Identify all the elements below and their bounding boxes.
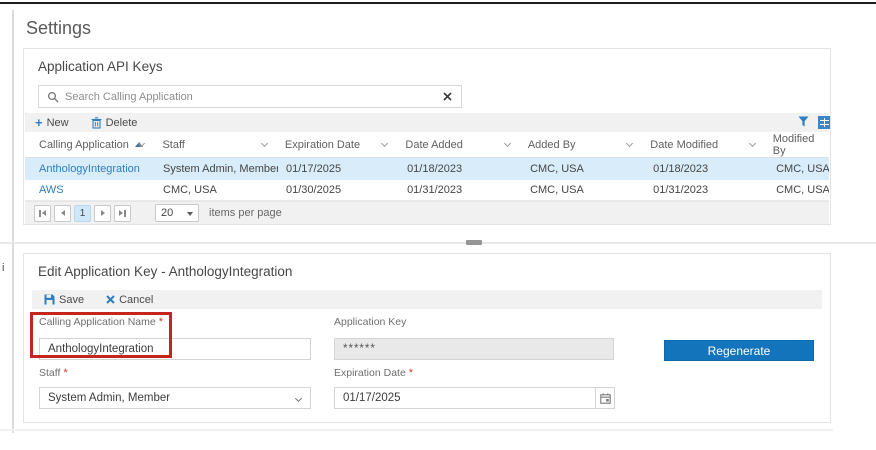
cell-date-modified: 01/31/2023 bbox=[645, 180, 768, 200]
chevron-down-icon[interactable] bbox=[749, 140, 756, 147]
items-per-page-label: items per page bbox=[209, 207, 282, 219]
cell-expiration-date: 01/30/2025 bbox=[278, 180, 399, 200]
edit-panel-title: Edit Application Key - AnthologyIntegrat… bbox=[38, 264, 292, 279]
column-header-added-by[interactable]: Added By bbox=[520, 132, 642, 157]
new-button[interactable]: + New bbox=[35, 116, 69, 129]
table-row[interactable]: AWS CMC, USA 01/30/2025 01/31/2023 CMC, … bbox=[25, 180, 829, 201]
cancel-button[interactable]: Cancel bbox=[106, 294, 153, 306]
column-header-modified-by[interactable]: Modified By bbox=[765, 132, 829, 157]
cell-modified-by: CMC, USA bbox=[768, 180, 829, 200]
api-keys-panel-title: Application API Keys bbox=[38, 59, 163, 74]
chevron-down-icon bbox=[295, 395, 302, 402]
panel-splitter[interactable] bbox=[0, 242, 876, 244]
dropdown-arrow-icon bbox=[187, 212, 193, 216]
column-header-calling-application[interactable]: Calling Application bbox=[25, 132, 154, 157]
staff-label: Staff* bbox=[39, 367, 68, 379]
edit-toolbar: Save Cancel bbox=[32, 290, 822, 309]
chevron-down-icon[interactable] bbox=[138, 140, 145, 147]
new-button-label: New bbox=[47, 117, 69, 129]
expiration-date-label: Expiration Date* bbox=[334, 367, 413, 379]
calling-application-name-field[interactable] bbox=[39, 338, 311, 360]
left-border-line bbox=[12, 10, 14, 433]
calendar-icon bbox=[600, 393, 611, 404]
left-edge-text-artifact: i bbox=[2, 262, 4, 274]
delete-button-label: Delete bbox=[106, 117, 138, 129]
cell-date-added: 01/31/2023 bbox=[399, 180, 522, 200]
save-icon bbox=[44, 294, 55, 305]
clear-search-icon[interactable] bbox=[443, 92, 452, 101]
expiration-date-field[interactable] bbox=[334, 387, 596, 409]
end-bar-icon bbox=[124, 210, 126, 217]
cell-date-added: 01/18/2023 bbox=[399, 158, 522, 180]
grid-toolbar: + New Delete bbox=[25, 113, 829, 132]
filter-icon[interactable] bbox=[798, 116, 809, 127]
delete-button[interactable]: Delete bbox=[91, 117, 138, 129]
cell-staff: CMC, USA bbox=[155, 180, 278, 200]
last-page-button[interactable] bbox=[114, 205, 131, 222]
column-header-date-modified[interactable]: Date Modified bbox=[642, 132, 764, 157]
page-number-button[interactable]: 1 bbox=[74, 205, 91, 222]
chevron-down-icon[interactable] bbox=[261, 140, 268, 147]
splitter-handle-icon[interactable] bbox=[466, 240, 482, 245]
cell-added-by: CMC, USA bbox=[522, 158, 645, 180]
chevron-down-icon[interactable] bbox=[381, 140, 388, 147]
row-link-anthologyintegration[interactable]: AnthologyIntegration bbox=[25, 158, 155, 180]
column-header-expiration-date[interactable]: Expiration Date bbox=[277, 132, 398, 157]
bottom-border-line bbox=[0, 429, 833, 431]
export-excel-icon[interactable] bbox=[818, 116, 831, 129]
regenerate-button[interactable]: Regenerate bbox=[664, 340, 814, 361]
cell-added-by: CMC, USA bbox=[522, 180, 645, 200]
calendar-picker-button[interactable] bbox=[596, 387, 615, 409]
column-header-date-added[interactable]: Date Added bbox=[397, 132, 519, 157]
cell-date-modified: 01/18/2023 bbox=[645, 158, 768, 180]
grid-pager: 1 20 items per page bbox=[25, 201, 829, 224]
search-input[interactable] bbox=[59, 91, 443, 103]
required-asterisk: * bbox=[409, 367, 413, 379]
required-asterisk: * bbox=[63, 367, 67, 379]
first-page-button[interactable] bbox=[34, 205, 51, 222]
trash-icon bbox=[91, 117, 102, 129]
triangle-left-icon bbox=[42, 210, 46, 216]
cancel-button-label: Cancel bbox=[119, 294, 153, 306]
required-asterisk: * bbox=[159, 316, 163, 328]
table-row-selected[interactable]: AnthologyIntegration System Admin, Membe… bbox=[25, 158, 829, 180]
search-icon bbox=[47, 91, 59, 103]
chevron-down-icon[interactable] bbox=[504, 140, 511, 147]
row-link-aws[interactable]: AWS bbox=[25, 180, 155, 200]
search-box[interactable] bbox=[38, 85, 462, 108]
staff-dropdown-value: System Admin, Member bbox=[48, 392, 170, 404]
staff-dropdown[interactable]: System Admin, Member bbox=[39, 387, 311, 409]
chevron-down-icon[interactable] bbox=[626, 140, 633, 147]
cell-modified-by: CMC, USA bbox=[768, 158, 829, 180]
page-title: Settings bbox=[26, 18, 91, 39]
application-key-field bbox=[334, 338, 614, 360]
screen: i Settings Application API Keys + New bbox=[0, 0, 876, 450]
cell-expiration-date: 01/17/2025 bbox=[278, 158, 399, 180]
application-api-keys-panel: Application API Keys + New bbox=[23, 48, 831, 225]
triangle-left-icon bbox=[61, 210, 65, 216]
column-header-staff[interactable]: Staff bbox=[154, 132, 276, 157]
save-button[interactable]: Save bbox=[44, 294, 84, 306]
application-key-label: Application Key bbox=[334, 316, 406, 328]
end-bar-icon bbox=[39, 210, 41, 217]
grid-header-row: Calling Application Staff Expiration Dat… bbox=[25, 132, 829, 158]
cell-staff: System Admin, Member bbox=[155, 158, 278, 180]
page-size-dropdown[interactable]: 20 bbox=[155, 204, 199, 222]
previous-page-button[interactable] bbox=[54, 205, 71, 222]
triangle-right-icon bbox=[119, 210, 123, 216]
plus-icon: + bbox=[35, 116, 43, 129]
save-button-label: Save bbox=[59, 294, 84, 306]
cancel-x-icon bbox=[106, 295, 115, 304]
edit-application-key-panel: Edit Application Key - AnthologyIntegrat… bbox=[23, 253, 831, 423]
calling-application-name-label: Calling Application Name* bbox=[39, 316, 163, 328]
top-border-line bbox=[0, 2, 876, 4]
next-page-button[interactable] bbox=[94, 205, 111, 222]
triangle-right-icon bbox=[101, 210, 105, 216]
